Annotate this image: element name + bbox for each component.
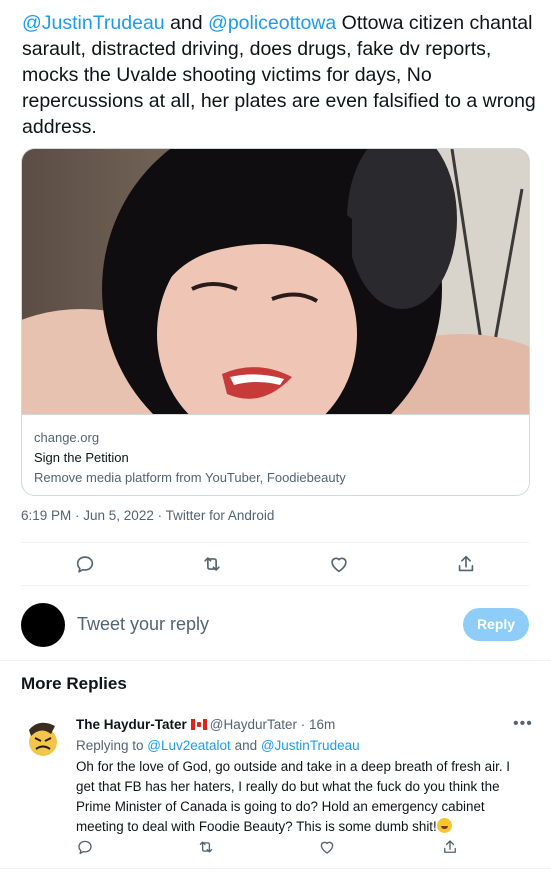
reply-icon[interactable] — [74, 553, 96, 575]
reply-author-handle[interactable]: @HaydurTater — [210, 717, 297, 732]
section-divider — [0, 660, 551, 661]
divider — [0, 868, 551, 869]
retweet-icon[interactable] — [201, 553, 223, 575]
mention-link[interactable]: @policeottowa — [208, 12, 336, 34]
reply-header: The Haydur-Tater @HaydurTater · 16m — [76, 717, 335, 732]
tweet-text-part: and — [164, 12, 209, 34]
card-description: Remove media platform from YouTuber, Foo… — [34, 470, 346, 485]
avatar[interactable] — [21, 716, 63, 758]
avatar[interactable] — [21, 603, 65, 647]
share-icon[interactable] — [441, 838, 459, 856]
heart-icon[interactable] — [318, 838, 336, 856]
card-domain: change.org — [34, 430, 100, 445]
more-replies-heading: More Replies — [21, 674, 127, 693]
replying-and: and — [230, 738, 261, 753]
replying-prefix: Replying to — [76, 738, 148, 753]
reply-composer: Tweet your reply Reply — [0, 598, 551, 660]
more-options-icon[interactable]: ••• — [513, 715, 533, 733]
mention-link[interactable]: @Luv2eatalot — [147, 738, 231, 753]
share-icon[interactable] — [455, 553, 477, 575]
mention-link[interactable]: @JustinTrudeau — [261, 738, 360, 753]
reply-input[interactable]: Tweet your reply — [77, 614, 209, 635]
card-info[interactable]: change.org Sign the Petition Remove medi… — [22, 414, 529, 495]
avatar-image — [21, 716, 63, 758]
retweet-icon[interactable] — [197, 838, 215, 856]
replying-to: Replying to @Luv2eatalot and @JustinTrud… — [76, 738, 360, 753]
reply-time[interactable]: · 16m — [297, 717, 336, 732]
reply-icon[interactable] — [76, 838, 94, 856]
reply-tweet[interactable]: The Haydur-Tater @HaydurTater · 16m ••• R… — [0, 705, 551, 865]
rofl-emoji-icon — [436, 818, 452, 833]
card-image[interactable] — [22, 149, 529, 414]
heart-icon[interactable] — [328, 553, 350, 575]
reply-button[interactable]: Reply — [463, 608, 529, 641]
canada-flag-icon — [190, 719, 207, 730]
reply-author-name[interactable]: The Haydur-Tater — [76, 717, 187, 732]
mention-link[interactable]: @JustinTrudeau — [22, 12, 165, 34]
link-card[interactable]: change.org Sign the Petition Remove medi… — [21, 148, 530, 496]
divider — [21, 585, 530, 586]
tweet-timestamp[interactable]: 6:19 PM · Jun 5, 2022 · Twitter for Andr… — [21, 508, 274, 523]
reply-text: Oh for the love of God, go outside and t… — [76, 757, 528, 837]
card-image-photo — [22, 149, 529, 414]
tweet-actions — [21, 543, 530, 585]
reply-actions — [76, 838, 536, 860]
card-title: Sign the Petition — [34, 450, 129, 465]
tweet-text: @JustinTrudeau and @policeottowa Ottowa … — [22, 10, 537, 140]
